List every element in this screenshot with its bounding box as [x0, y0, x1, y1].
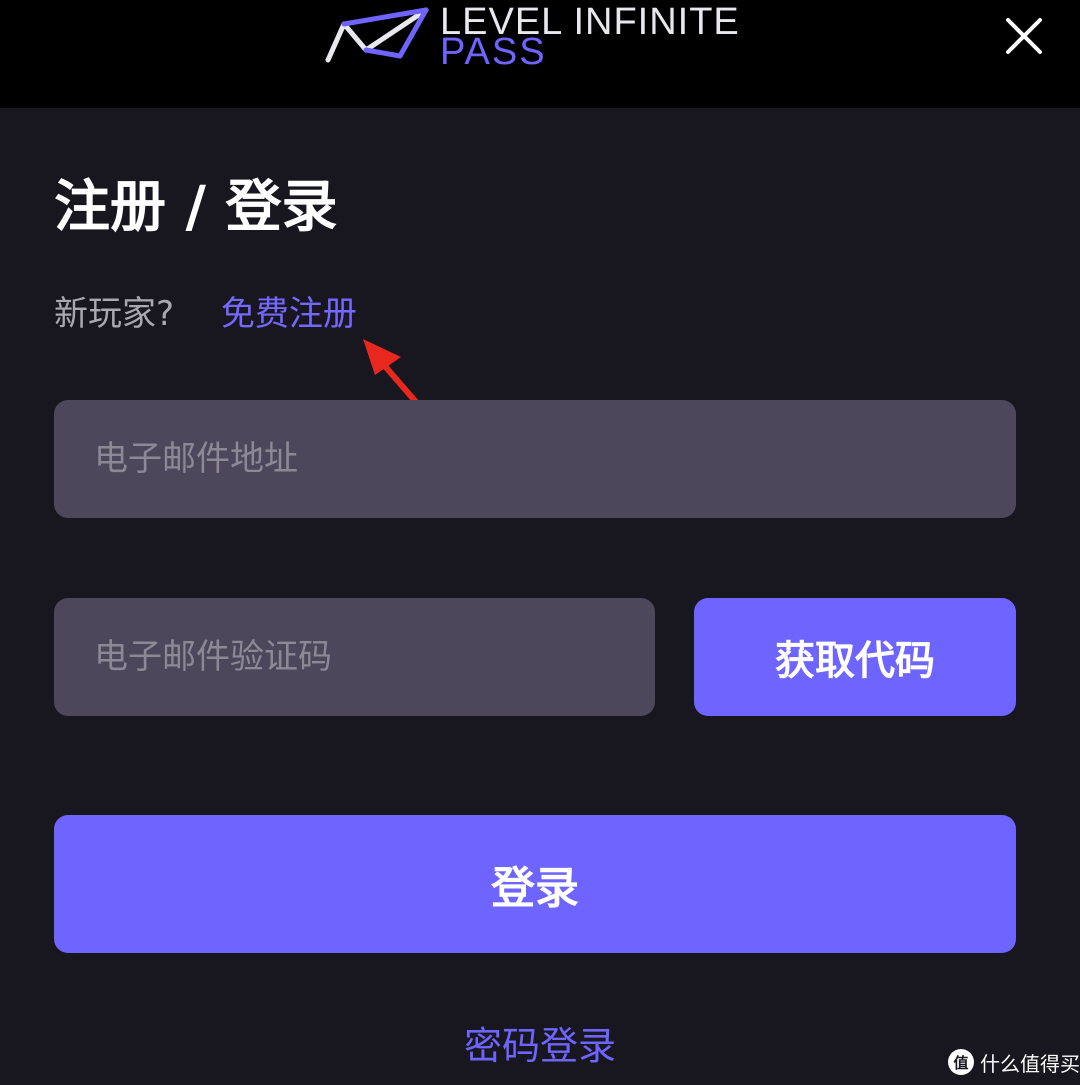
register-link[interactable]: 免费注册 [221, 294, 357, 334]
brand-name-line2: PASS [440, 31, 547, 73]
close-icon [1006, 18, 1042, 54]
watermark-badge: 值 [948, 1049, 974, 1075]
login-button[interactable]: 登录 [54, 815, 1016, 953]
page-title: 注册 / 登录 [54, 175, 338, 240]
new-player-question: 新玩家? [54, 294, 175, 334]
watermark: 值 什么值得买 [948, 1046, 1080, 1078]
watermark-text: 什么值得买 [980, 1051, 1080, 1076]
password-login-link[interactable]: 密码登录 [0, 1020, 1080, 1072]
verification-code-input[interactable] [54, 598, 655, 716]
email-input[interactable] [54, 400, 1016, 518]
get-code-button[interactable]: 获取代码 [694, 598, 1016, 716]
brand-logo: LEVEL INFINITE PASS [322, 2, 752, 72]
close-button[interactable] [1000, 12, 1048, 60]
level-infinite-logo-icon [325, 7, 429, 63]
header-bar: LEVEL INFINITE PASS [0, 0, 1080, 108]
new-player-row: 新玩家? 免费注册 [54, 290, 357, 338]
